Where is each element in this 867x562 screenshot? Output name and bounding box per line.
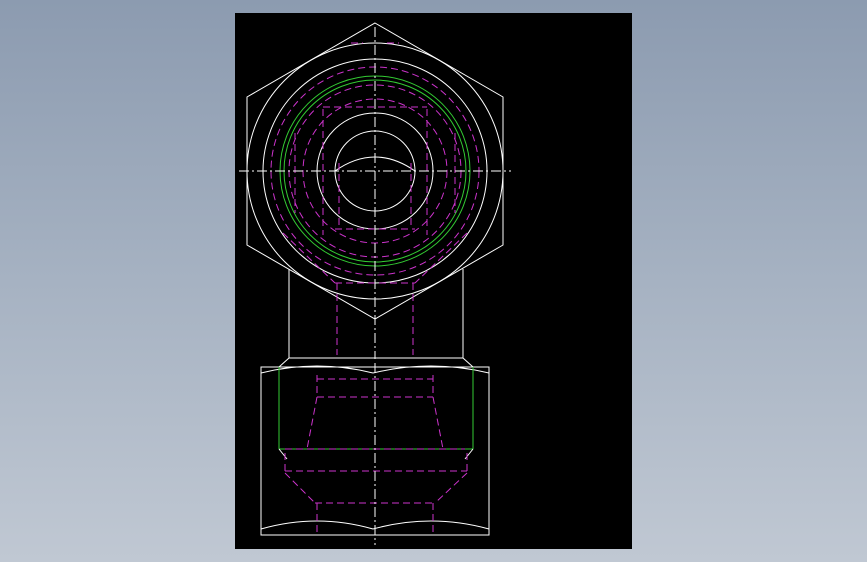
taper-right [464,448,474,460]
hidden-hex-lower-r [414,232,468,284]
technical-drawing [239,22,511,545]
hidden-front-taper-r [432,396,444,450]
front-bottom-arc-right [372,520,490,530]
hidden-hex-lower-l [282,232,336,284]
front-chamfer-left [278,357,290,368]
neck-section [288,269,464,358]
taper-left [278,448,288,460]
cad-drawing-viewport[interactable] [235,13,632,549]
front-view-fitting [260,357,490,545]
top-view-hex-end [239,22,511,359]
front-chamfer-right [462,357,474,368]
hidden-front-taper-l [306,396,318,450]
hidden-front-slope-l [284,472,316,504]
hidden-front-slope-r [434,472,468,504]
